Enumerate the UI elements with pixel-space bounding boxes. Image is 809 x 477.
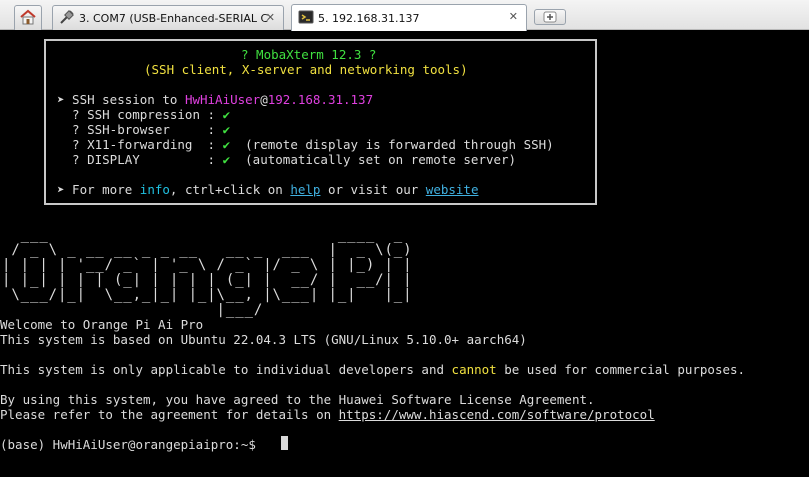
status-note: (remote display is forwarded through SSH… bbox=[230, 137, 554, 152]
ssh-at: @ bbox=[260, 92, 268, 107]
status-note: (automatically set on remote server) bbox=[230, 152, 517, 167]
info-link[interactable]: info bbox=[140, 182, 170, 197]
status-row: ? SSH-browser : ✔ bbox=[57, 122, 230, 137]
check-icon: ✔ bbox=[222, 152, 231, 167]
ascii-line: \___/|_| \__,_|_| |_|\__, |\___| |_| |_| bbox=[2, 287, 413, 303]
tab-ssh-close-icon[interactable]: ✕ bbox=[509, 10, 518, 23]
home-icon bbox=[19, 9, 37, 28]
ssh-key-icon bbox=[298, 9, 314, 28]
tab-home[interactable] bbox=[14, 5, 42, 30]
motd-based-on: This system is based on Ubuntu 22.04.3 L… bbox=[0, 332, 527, 347]
ascii-line: / _ \ _ __ __ _ _ __ __ _ ___ | _ \(_) bbox=[2, 242, 413, 258]
status-label: ? X11-forwarding : bbox=[57, 137, 223, 152]
ascii-line: |___/ bbox=[2, 302, 413, 318]
mobaxterm-banner: ? MobaXterm 12.3 ? (SSH client, X-server… bbox=[44, 39, 597, 205]
check-icon: ✔ bbox=[222, 122, 231, 137]
tab-com7-label: 3. COM7 (USB-Enhanced-SERIAL C bbox=[79, 11, 269, 25]
new-tab-button[interactable] bbox=[534, 9, 566, 25]
ssh-session-line: ➤ SSH session to HwHiAiUser@192.168.31.1… bbox=[57, 92, 373, 107]
ssh-host: 192.168.31.137 bbox=[267, 92, 374, 107]
more-mid: , ctrl+click on bbox=[169, 182, 291, 197]
motd-welcome: Welcome to Orange Pi Ai Pro bbox=[0, 317, 204, 332]
motd-notice: This system is only applicable to indivi… bbox=[0, 362, 745, 377]
tab-ssh-session[interactable]: 5. 192.168.31.137 ✕ bbox=[291, 4, 527, 31]
motd-agreement-details: Please refer to the agreement for detail… bbox=[0, 407, 655, 422]
help-link[interactable]: help bbox=[290, 182, 320, 197]
motd-agreement: By using this system, you have agreed to… bbox=[0, 392, 595, 407]
tab-bar: 3. COM7 (USB-Enhanced-SERIAL C ✕ 5. 192.… bbox=[0, 0, 809, 31]
ascii-line: ___ ____ _ bbox=[2, 227, 413, 243]
more-mid2: or visit our bbox=[320, 182, 426, 197]
more-info-line: ➤ For more info, ctrl+click on help or v… bbox=[57, 182, 478, 197]
tab-com7-close-icon[interactable]: ✕ bbox=[266, 11, 275, 24]
status-label: ? SSH-browser : bbox=[57, 122, 223, 137]
banner-title: ? MobaXterm 12.3 ? bbox=[241, 47, 377, 62]
notice-cannot: cannot bbox=[451, 362, 497, 377]
website-link[interactable]: website bbox=[426, 182, 479, 197]
notice-text-end: be used for commercial purposes. bbox=[496, 362, 746, 377]
banner-subtitle: (SSH client, X-server and networking too… bbox=[144, 62, 468, 77]
terminal-area[interactable]: ? MobaXterm 12.3 ? (SSH client, X-server… bbox=[0, 31, 809, 477]
tab-com7[interactable]: 3. COM7 (USB-Enhanced-SERIAL C ✕ bbox=[52, 5, 284, 30]
check-icon: ✔ bbox=[222, 137, 231, 152]
status-label: ? DISPLAY : bbox=[57, 152, 223, 167]
status-row: ? DISPLAY : ✔ (automatically set on remo… bbox=[57, 152, 516, 167]
more-prefix: ➤ For more bbox=[57, 182, 140, 197]
serial-plug-icon bbox=[59, 9, 75, 28]
tab-ssh-label: 5. 192.168.31.137 bbox=[318, 11, 420, 25]
status-row: ? X11-forwarding : ✔ (remote display is … bbox=[57, 137, 554, 152]
plus-icon bbox=[543, 8, 557, 27]
shell-prompt: (base) HwHiAiUser@orangepiaipro:~$ bbox=[0, 437, 264, 452]
ssh-user: HwHiAiUser bbox=[184, 92, 261, 107]
agreement-prefix: Please refer to the agreement for detail… bbox=[0, 407, 339, 422]
status-label: ? SSH compression : bbox=[57, 107, 223, 122]
notice-text: This system is only applicable to indivi… bbox=[0, 362, 452, 377]
check-icon: ✔ bbox=[222, 107, 231, 122]
terminal-cursor bbox=[281, 436, 288, 450]
ssh-session-prefix: ➤ SSH session to bbox=[57, 92, 185, 107]
agreement-url-link[interactable]: https://www.hiascend.com/software/protoc… bbox=[339, 407, 655, 422]
ascii-line: | |_| | | | (_| | | | | (_| | __/ | __/|… bbox=[2, 272, 413, 288]
ascii-line: | | | | '__/ _` | '_ \ / _` |/ _ \ | |_)… bbox=[2, 257, 413, 273]
status-row: ? SSH compression : ✔ bbox=[57, 107, 230, 122]
